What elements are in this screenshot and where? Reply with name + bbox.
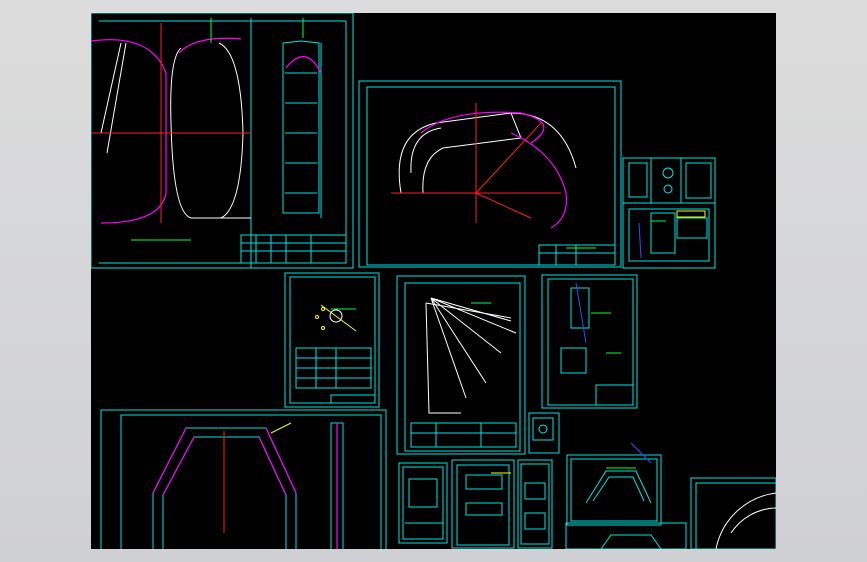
sheet-middle-left[interactable] (284, 272, 380, 408)
hatch-marks (575, 222, 652, 464)
application-window (0, 0, 867, 562)
dimension-annotations (131, 18, 666, 469)
sheet-top-middle[interactable] (358, 80, 622, 268)
sheet-top-right[interactable] (622, 157, 716, 269)
sheet-bottom-left[interactable] (100, 409, 387, 549)
sheet-bottom-right-1[interactable] (566, 454, 662, 526)
geometry-white (100, 42, 776, 549)
sheet-bottom-right-2[interactable] (565, 522, 687, 549)
highlight-marks (270, 210, 706, 474)
sheet-top-left[interactable] (91, 13, 354, 269)
sheet-middle-center[interactable] (396, 275, 526, 455)
cad-model-space[interactable] (91, 13, 776, 549)
sheet-bottom-right-3[interactable] (690, 477, 776, 549)
cad-drawing-viewport[interactable] (91, 13, 776, 549)
axis-lines (91, 23, 561, 533)
sheet-middle-right[interactable] (541, 274, 638, 409)
sheet-bottom-small-3[interactable] (517, 459, 553, 549)
sheet-bottom-small-1[interactable] (398, 462, 448, 544)
sheet-small-piece[interactable] (528, 412, 560, 454)
